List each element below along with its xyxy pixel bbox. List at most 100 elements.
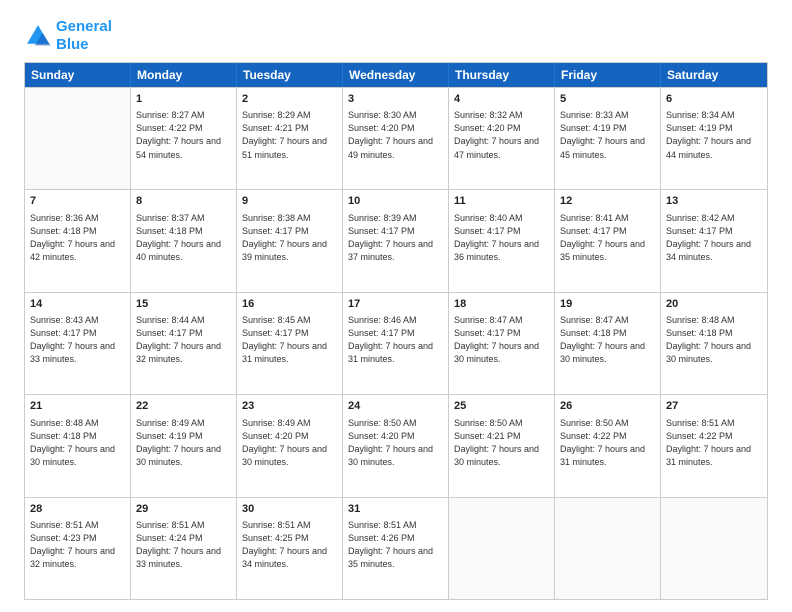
cell-info: Sunrise: 8:37 AMSunset: 4:18 PMDaylight:… — [136, 212, 231, 264]
day-cell-11: 11 Sunrise: 8:40 AMSunset: 4:17 PMDayligh… — [449, 190, 555, 291]
header-day-sunday: Sunday — [25, 63, 131, 87]
day-cell-22: 22 Sunrise: 8:49 AMSunset: 4:19 PMDayligh… — [131, 395, 237, 496]
empty-cell — [555, 498, 661, 599]
cell-info: Sunrise: 8:38 AMSunset: 4:17 PMDaylight:… — [242, 212, 337, 264]
day-cell-8: 8Sunrise: 8:37 AMSunset: 4:18 PMDaylight… — [131, 190, 237, 291]
day-number: 9 — [242, 194, 337, 209]
cell-info: Sunrise: 8:40 AMSunset: 4:17 PMDaylight:… — [454, 212, 549, 264]
day-number: 20 — [666, 297, 762, 312]
header-day-tuesday: Tuesday — [237, 63, 343, 87]
day-cell-2: 2Sunrise: 8:29 AMSunset: 4:21 PMDaylight… — [237, 88, 343, 189]
day-cell-21: 21 Sunrise: 8:48 AMSunset: 4:18 PMDayligh… — [25, 395, 131, 496]
cell-info: Sunrise: 8:51 AMSunset: 4:24 PMDaylight:… — [136, 519, 231, 571]
day-cell-7: 7Sunrise: 8:36 AMSunset: 4:18 PMDaylight… — [25, 190, 131, 291]
day-cell-20: 20 Sunrise: 8:48 AMSunset: 4:18 PMDayligh… — [661, 293, 767, 394]
day-cell-10: 10 Sunrise: 8:39 AMSunset: 4:17 PMDayligh… — [343, 190, 449, 291]
cell-info: Sunrise: 8:39 AMSunset: 4:17 PMDaylight:… — [348, 212, 443, 264]
day-cell-30: 30Sunrise: 8:51 AMSunset: 4:25 PMDayligh… — [237, 498, 343, 599]
day-number: 10 — [348, 194, 443, 209]
logo-icon — [24, 22, 52, 50]
day-cell-1: 1Sunrise: 8:27 AMSunset: 4:22 PMDaylight… — [131, 88, 237, 189]
empty-cell — [661, 498, 767, 599]
day-number: 27 — [666, 399, 762, 414]
calendar-row-0: 1Sunrise: 8:27 AMSunset: 4:22 PMDaylight… — [25, 87, 767, 189]
calendar-row-4: 28 Sunrise: 8:51 AMSunset: 4:23 PMDayligh… — [25, 497, 767, 599]
day-number: 28 — [30, 502, 125, 517]
cell-info: Sunrise: 8:34 AMSunset: 4:19 PMDaylight:… — [666, 109, 762, 161]
day-number: 12 — [560, 194, 655, 209]
day-cell-17: 17Sunrise: 8:46 AMSunset: 4:17 PMDayligh… — [343, 293, 449, 394]
day-number: 15 — [136, 297, 231, 312]
day-number: 18 — [454, 297, 549, 312]
day-number: 11 — [454, 194, 549, 209]
cell-info: Sunrise: 8:47 AMSunset: 4:18 PMDaylight:… — [560, 314, 655, 366]
day-number: 21 — [30, 399, 125, 414]
cell-info: Sunrise: 8:44 AMSunset: 4:17 PMDaylight:… — [136, 314, 231, 366]
cell-info: Sunrise: 8:30 AMSunset: 4:20 PMDaylight:… — [348, 109, 443, 161]
day-number: 1 — [136, 92, 231, 107]
day-cell-25: 25Sunrise: 8:50 AMSunset: 4:21 PMDayligh… — [449, 395, 555, 496]
calendar-row-3: 21 Sunrise: 8:48 AMSunset: 4:18 PMDayligh… — [25, 394, 767, 496]
day-number: 22 — [136, 399, 231, 414]
day-cell-16: 16 Sunrise: 8:45 AMSunset: 4:17 PMDayligh… — [237, 293, 343, 394]
cell-info: Sunrise: 8:47 AMSunset: 4:17 PMDaylight:… — [454, 314, 549, 366]
cell-info: Sunrise: 8:33 AMSunset: 4:19 PMDaylight:… — [560, 109, 655, 161]
cell-info: Sunrise: 8:45 AMSunset: 4:17 PMDaylight:… — [242, 314, 337, 366]
empty-cell — [449, 498, 555, 599]
calendar: SundayMondayTuesdayWednesdayThursdayFrid… — [24, 62, 768, 600]
cell-info: Sunrise: 8:48 AMSunset: 4:18 PMDaylight:… — [30, 417, 125, 469]
day-cell-24: 24 Sunrise: 8:50 AMSunset: 4:20 PMDayligh… — [343, 395, 449, 496]
day-number: 24 — [348, 399, 443, 414]
cell-info: Sunrise: 8:50 AMSunset: 4:20 PMDaylight:… — [348, 417, 443, 469]
day-number: 31 — [348, 502, 443, 517]
day-cell-31: 31 Sunrise: 8:51 AMSunset: 4:26 PMDayligh… — [343, 498, 449, 599]
cell-info: Sunrise: 8:50 AMSunset: 4:22 PMDaylight:… — [560, 417, 655, 469]
day-number: 16 — [242, 297, 337, 312]
calendar-row-1: 7Sunrise: 8:36 AMSunset: 4:18 PMDaylight… — [25, 189, 767, 291]
header-day-monday: Monday — [131, 63, 237, 87]
day-number: 26 — [560, 399, 655, 414]
cell-info: Sunrise: 8:51 AMSunset: 4:23 PMDaylight:… — [30, 519, 125, 571]
day-cell-19: 19Sunrise: 8:47 AMSunset: 4:18 PMDayligh… — [555, 293, 661, 394]
cell-info: Sunrise: 8:49 AMSunset: 4:19 PMDaylight:… — [136, 417, 231, 469]
day-number: 4 — [454, 92, 549, 107]
day-number: 2 — [242, 92, 337, 107]
calendar-header: SundayMondayTuesdayWednesdayThursdayFrid… — [25, 63, 767, 87]
cell-info: Sunrise: 8:48 AMSunset: 4:18 PMDaylight:… — [666, 314, 762, 366]
calendar-body: 1Sunrise: 8:27 AMSunset: 4:22 PMDaylight… — [25, 87, 767, 599]
day-cell-15: 15 Sunrise: 8:44 AMSunset: 4:17 PMDayligh… — [131, 293, 237, 394]
day-cell-18: 18 Sunrise: 8:47 AMSunset: 4:17 PMDayligh… — [449, 293, 555, 394]
cell-info: Sunrise: 8:51 AMSunset: 4:22 PMDaylight:… — [666, 417, 762, 469]
cell-info: Sunrise: 8:32 AMSunset: 4:20 PMDaylight:… — [454, 109, 549, 161]
day-number: 13 — [666, 194, 762, 209]
header-day-wednesday: Wednesday — [343, 63, 449, 87]
day-cell-3: 3 Sunrise: 8:30 AMSunset: 4:20 PMDaylight… — [343, 88, 449, 189]
day-cell-23: 23Sunrise: 8:49 AMSunset: 4:20 PMDayligh… — [237, 395, 343, 496]
calendar-row-2: 14 Sunrise: 8:43 AMSunset: 4:17 PMDayligh… — [25, 292, 767, 394]
day-cell-13: 13 Sunrise: 8:42 AMSunset: 4:17 PMDayligh… — [661, 190, 767, 291]
empty-cell — [25, 88, 131, 189]
day-cell-27: 27 Sunrise: 8:51 AMSunset: 4:22 PMDayligh… — [661, 395, 767, 496]
header-day-saturday: Saturday — [661, 63, 767, 87]
cell-info: Sunrise: 8:50 AMSunset: 4:21 PMDaylight:… — [454, 417, 549, 469]
cell-info: Sunrise: 8:46 AMSunset: 4:17 PMDaylight:… — [348, 314, 443, 366]
day-cell-12: 12 Sunrise: 8:41 AMSunset: 4:17 PMDayligh… — [555, 190, 661, 291]
header-day-thursday: Thursday — [449, 63, 555, 87]
day-number: 3 — [348, 92, 443, 107]
day-number: 14 — [30, 297, 125, 312]
cell-info: Sunrise: 8:43 AMSunset: 4:17 PMDaylight:… — [30, 314, 125, 366]
day-number: 29 — [136, 502, 231, 517]
header-day-friday: Friday — [555, 63, 661, 87]
cell-info: Sunrise: 8:42 AMSunset: 4:17 PMDaylight:… — [666, 212, 762, 264]
day-cell-14: 14 Sunrise: 8:43 AMSunset: 4:17 PMDayligh… — [25, 293, 131, 394]
day-cell-6: 6 Sunrise: 8:34 AMSunset: 4:19 PMDaylight… — [661, 88, 767, 189]
cell-info: Sunrise: 8:41 AMSunset: 4:17 PMDaylight:… — [560, 212, 655, 264]
cell-info: Sunrise: 8:51 AMSunset: 4:25 PMDaylight:… — [242, 519, 337, 571]
day-number: 5 — [560, 92, 655, 107]
logo-text: General Blue — [56, 18, 112, 54]
header: General Blue — [24, 18, 768, 54]
cell-info: Sunrise: 8:51 AMSunset: 4:26 PMDaylight:… — [348, 519, 443, 571]
cell-info: Sunrise: 8:49 AMSunset: 4:20 PMDaylight:… — [242, 417, 337, 469]
day-number: 6 — [666, 92, 762, 107]
day-cell-28: 28 Sunrise: 8:51 AMSunset: 4:23 PMDayligh… — [25, 498, 131, 599]
